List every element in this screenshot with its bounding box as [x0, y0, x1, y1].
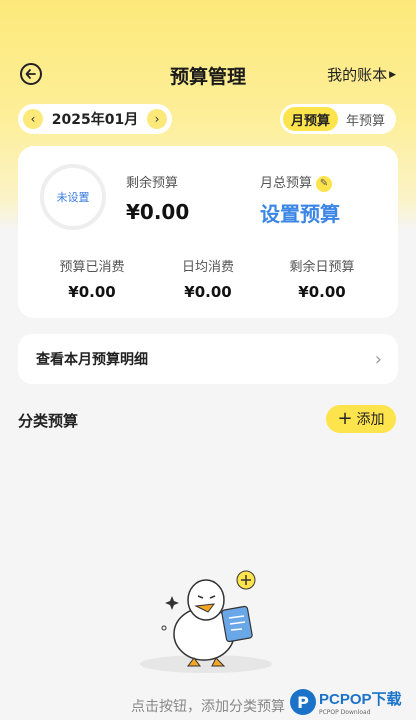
watermark-text: PCPOP下载: [319, 691, 402, 708]
budget-period-toggle: 月预算 年预算: [280, 104, 396, 134]
tab-monthly-budget[interactable]: 月预算: [283, 107, 338, 131]
triangle-right-icon: ▶: [389, 69, 396, 80]
duck-clipboard-illustration: [140, 570, 272, 673]
stat-daily-average: 日均消费 ¥0.00: [158, 256, 258, 301]
pcpop-logo-icon: P: [290, 689, 316, 715]
add-category-budget-button[interactable]: + 添加: [326, 405, 396, 433]
header: 预算管理 我的账本 ▶: [0, 58, 416, 90]
account-selector[interactable]: 我的账本 ▶: [327, 64, 396, 85]
remaining-budget-value: ¥0.00: [126, 200, 190, 224]
budget-progress-ring: 未设置: [40, 164, 106, 230]
category-budget-title: 分类预算: [18, 412, 79, 430]
month-picker: ‹ 2025年01月 ›: [18, 104, 172, 134]
prev-month-button[interactable]: ‹: [23, 109, 43, 129]
stat-remaining-daily: 剩余日预算 ¥0.00: [272, 256, 372, 301]
view-budget-detail-label: 查看本月预算明细: [36, 352, 148, 368]
monthly-total-label: 月总预算: [260, 176, 313, 191]
tab-yearly-budget[interactable]: 年预算: [338, 107, 393, 131]
account-label: 我的账本: [327, 66, 388, 84]
chevron-left-icon: ‹: [30, 112, 36, 126]
chevron-right-icon: ›: [154, 112, 160, 126]
watermark: P PCPOP下载 PCPOP Download: [290, 684, 416, 720]
budget-summary-card: 未设置 剩余预算 ¥0.00 月总预算 ✎ 设置预算 预算已消费 ¥0.00 日均…: [18, 146, 398, 318]
stat-daily-average-label: 日均消费: [181, 260, 234, 275]
stat-remaining-daily-label: 剩余日预算: [289, 260, 355, 275]
stat-spent-value: ¥0.00: [68, 283, 116, 301]
watermark-subtext: PCPOP Download: [319, 709, 371, 716]
chevron-right-icon: ›: [374, 348, 382, 370]
set-budget-link[interactable]: 设置预算: [260, 198, 340, 227]
stat-spent-label: 预算已消费: [59, 260, 125, 275]
remaining-budget-label: 剩余预算: [126, 176, 179, 191]
stat-remaining-daily-value: ¥0.00: [298, 283, 346, 301]
ring-status-label: 未设置: [56, 191, 90, 204]
current-month[interactable]: 2025年01月: [52, 109, 138, 129]
view-budget-detail-row[interactable]: 查看本月预算明细 ›: [18, 334, 398, 384]
monthly-total-label-group: 月总预算 ✎: [260, 172, 333, 192]
stat-daily-average-value: ¥0.00: [184, 283, 232, 301]
plus-icon: +: [337, 408, 353, 429]
next-month-button[interactable]: ›: [146, 109, 167, 129]
stat-spent: 预算已消费 ¥0.00: [42, 256, 142, 301]
add-label: 添加: [356, 412, 385, 428]
edit-icon[interactable]: ✎: [316, 175, 333, 192]
